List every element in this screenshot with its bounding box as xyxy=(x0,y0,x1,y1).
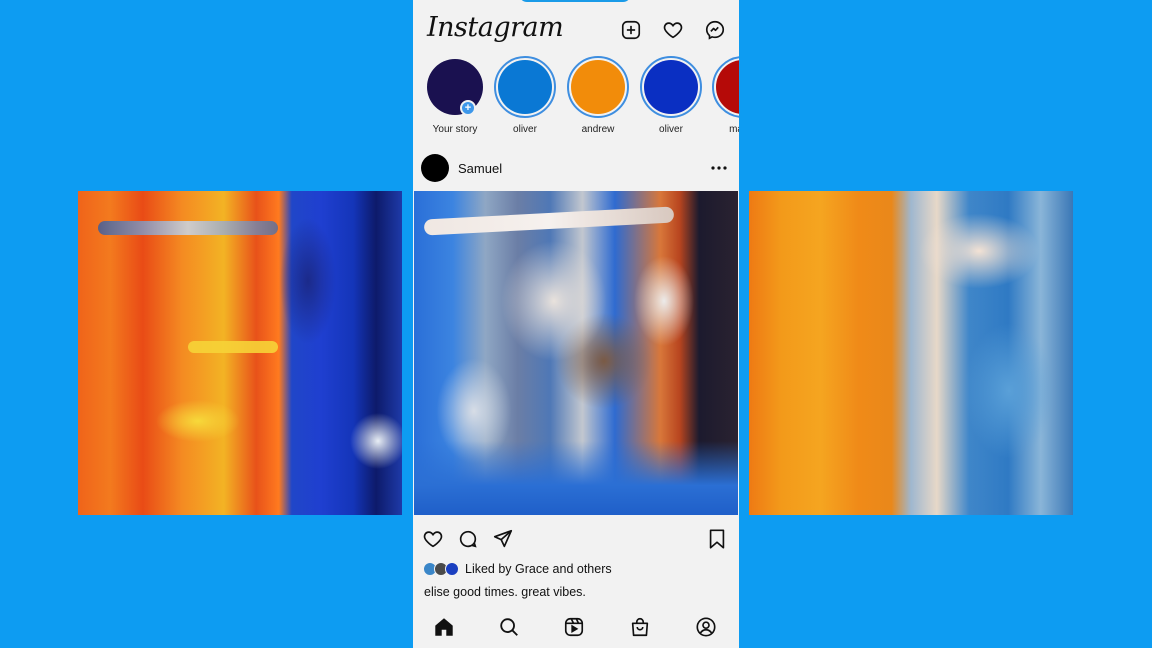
like-heart-icon[interactable] xyxy=(421,527,445,551)
story-label: mateo xyxy=(729,124,739,135)
story-avatar-image xyxy=(644,60,698,114)
story-item[interactable]: oliver xyxy=(636,56,706,135)
story-avatar-image xyxy=(571,60,625,114)
story-label: Your story xyxy=(432,124,478,135)
liked-by-row[interactable]: Liked by Grace and others xyxy=(423,560,612,578)
story-avatar xyxy=(712,56,739,118)
phone-screen: Instagram + Your story oliver andrew oli… xyxy=(413,0,739,648)
add-story-icon[interactable]: + xyxy=(460,100,476,116)
stories-tray: + Your story oliver andrew oliver mate xyxy=(413,56,739,142)
top-bar: Instagram xyxy=(413,10,739,50)
paint-streak xyxy=(423,206,675,236)
story-avatar xyxy=(494,56,556,118)
instagram-logo[interactable]: Instagram xyxy=(427,12,564,43)
comment-icon[interactable] xyxy=(456,527,480,551)
story-avatar-image xyxy=(716,60,739,114)
story-your-story[interactable]: + Your story xyxy=(420,56,490,135)
liked-avatars xyxy=(423,562,463,576)
story-item[interactable]: andrew xyxy=(563,56,633,135)
story-avatar xyxy=(640,56,702,118)
post-header: Samuel xyxy=(413,150,739,186)
reels-icon[interactable] xyxy=(562,615,586,639)
story-label: oliver xyxy=(513,124,537,135)
painting-image xyxy=(749,191,1073,515)
share-send-icon[interactable] xyxy=(491,527,515,551)
more-options-icon[interactable] xyxy=(711,160,727,176)
paint-streak xyxy=(414,441,738,515)
search-icon[interactable] xyxy=(497,615,521,639)
story-item[interactable]: oliver xyxy=(490,56,560,135)
liked-by-text: Liked by Grace and others xyxy=(465,562,612,576)
heart-icon[interactable] xyxy=(661,18,685,42)
paint-streak xyxy=(188,341,278,353)
profile-icon[interactable] xyxy=(694,615,718,639)
story-label: andrew xyxy=(581,124,615,135)
post-actions xyxy=(413,524,739,554)
post-image[interactable] xyxy=(414,191,738,515)
left-carousel-image xyxy=(78,191,402,515)
bookmark-icon[interactable] xyxy=(705,527,729,551)
story-label: oliver xyxy=(659,124,683,135)
bottom-nav xyxy=(413,612,739,642)
post-username[interactable]: Samuel xyxy=(458,161,502,176)
home-icon[interactable] xyxy=(432,615,456,639)
story-avatar-image xyxy=(498,60,552,114)
messenger-icon[interactable] xyxy=(703,18,727,42)
painting-image xyxy=(78,191,402,515)
paint-streak xyxy=(98,221,278,235)
new-post-icon[interactable] xyxy=(619,18,643,42)
shop-icon[interactable] xyxy=(628,615,652,639)
story-avatar xyxy=(424,56,486,118)
story-item[interactable]: mateo xyxy=(708,56,739,135)
story-avatar xyxy=(567,56,629,118)
post-caption: elise good times. great vibes. xyxy=(424,585,586,599)
right-carousel-image xyxy=(749,191,1073,515)
avatar[interactable] xyxy=(421,154,449,182)
phone-notch xyxy=(519,0,631,2)
avatar xyxy=(445,562,459,576)
